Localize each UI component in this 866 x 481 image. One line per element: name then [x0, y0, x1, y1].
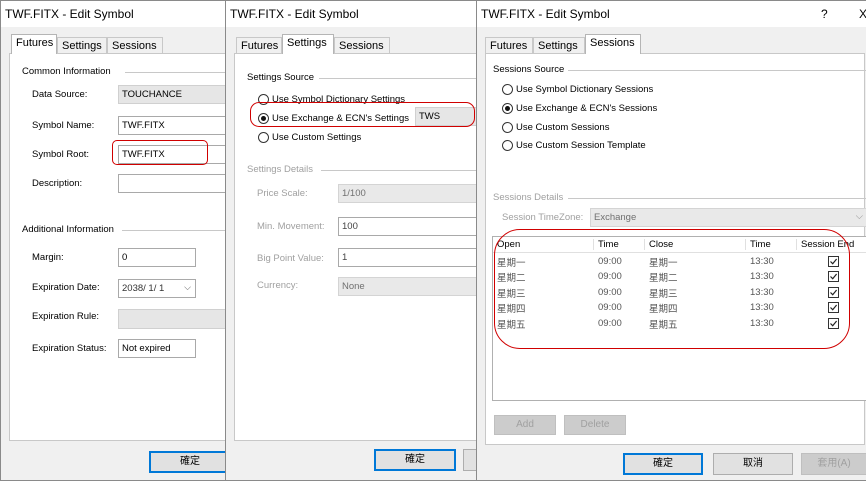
- tab-settings[interactable]: Settings: [282, 34, 334, 54]
- price-scale-label: Price Scale:: [257, 188, 308, 199]
- divider: [568, 198, 866, 199]
- tab-sessions[interactable]: Sessions: [585, 34, 641, 54]
- settings-details-header: Settings Details: [247, 164, 314, 175]
- expiration-date-value: 2038/ 1/ 1: [122, 283, 165, 294]
- big-point-value-label: Big Point Value:: [257, 253, 324, 264]
- radio-symbol-dictionary-sessions[interactable]: [502, 84, 513, 95]
- title-bar[interactable]: TWF.FITX - Edit Symbol ? X: [477, 1, 866, 27]
- margin-label: Margin:: [32, 252, 64, 263]
- sessions-details-header: Sessions Details: [493, 192, 564, 203]
- big-point-value-field: 1: [338, 248, 479, 267]
- tab-settings[interactable]: Settings: [533, 37, 585, 54]
- chevron-down-icon: ⌵: [855, 211, 863, 222]
- session-timezone-value: Exchange: [594, 212, 637, 223]
- option-exchange-sessions-label[interactable]: Use Exchange & ECN's Sessions: [516, 103, 657, 114]
- window-title: TWF.FITX - Edit Symbol: [5, 7, 134, 21]
- window-title: TWF.FITX - Edit Symbol: [230, 7, 359, 21]
- symbol-name-field[interactable]: TWF.FITX: [118, 116, 235, 135]
- title-bar[interactable]: TWF.FITX - Edit Symbol: [1, 1, 235, 27]
- description-label: Description:: [32, 178, 83, 189]
- divider: [568, 70, 866, 71]
- divider: [321, 170, 479, 171]
- tab-futures[interactable]: Futures: [11, 34, 57, 54]
- data-source-field: TOUCHANCE: [118, 85, 235, 104]
- currency-label: Currency:: [257, 280, 299, 291]
- chevron-down-icon[interactable]: ⌵: [184, 282, 191, 293]
- window-title: TWF.FITX - Edit Symbol: [481, 7, 610, 21]
- expiration-date-picker[interactable]: 2038/ 1/ 1 ⌵: [118, 279, 196, 298]
- ok-button[interactable]: 確定: [374, 449, 456, 471]
- radio-custom-sessions[interactable]: [502, 122, 513, 133]
- futures-panel: Common Information Data Source: TOUCHANC…: [9, 53, 235, 441]
- currency-field: None: [338, 277, 479, 296]
- margin-field[interactable]: 0: [118, 248, 196, 267]
- ok-button[interactable]: 確定: [623, 453, 703, 475]
- apply-button: 套用(A): [801, 453, 866, 475]
- option-custom-sessions-label[interactable]: Use Custom Sessions: [516, 122, 609, 133]
- edit-symbol-window-settings: TWF.FITX - Edit Symbol Futures Settings …: [225, 0, 480, 481]
- radio-custom-settings[interactable]: [258, 132, 269, 143]
- common-information-header: Common Information: [22, 66, 111, 77]
- divider: [122, 230, 235, 231]
- radio-exchange-sessions[interactable]: [502, 103, 513, 114]
- description-field[interactable]: [118, 174, 235, 193]
- session-timezone-label: Session TimeZone:: [502, 212, 584, 223]
- symbol-root-label: Symbol Root:: [32, 149, 90, 160]
- divider: [319, 78, 479, 79]
- tab-sessions[interactable]: Sessions: [334, 37, 390, 54]
- min-movement-label: Min. Movement:: [257, 221, 325, 232]
- divider: [125, 72, 235, 73]
- tab-settings[interactable]: Settings: [57, 37, 107, 54]
- expiration-rule-field: [118, 309, 235, 329]
- title-bar[interactable]: TWF.FITX - Edit Symbol: [226, 1, 479, 27]
- tab-futures[interactable]: Futures: [485, 37, 533, 54]
- settings-source-header: Settings Source: [247, 72, 315, 83]
- option-custom-settings-label[interactable]: Use Custom Settings: [272, 132, 361, 143]
- expiration-rule-label: Expiration Rule:: [32, 311, 100, 322]
- additional-information-header: Additional Information: [22, 224, 114, 235]
- sessions-grid-highlight: [494, 229, 850, 349]
- expiration-status-label: Expiration Status:: [32, 343, 107, 354]
- tab-sessions[interactable]: Sessions: [107, 37, 163, 54]
- sessions-source-header: Sessions Source: [493, 64, 565, 75]
- ok-button[interactable]: 確定: [149, 451, 231, 473]
- data-source-label: Data Source:: [32, 89, 88, 100]
- min-movement-field: 100: [338, 217, 479, 236]
- tab-futures[interactable]: Futures: [236, 37, 282, 54]
- close-icon[interactable]: X: [859, 7, 866, 21]
- help-icon[interactable]: ?: [821, 7, 828, 21]
- expiration-status-field: Not expired: [118, 339, 196, 358]
- expiration-date-label: Expiration Date:: [32, 282, 100, 293]
- delete-button: Delete: [564, 415, 626, 435]
- cancel-button[interactable]: 取消: [713, 453, 793, 475]
- option-symbol-dictionary-sessions-label[interactable]: Use Symbol Dictionary Sessions: [516, 84, 653, 95]
- option-custom-session-template-label[interactable]: Use Custom Session Template: [516, 140, 646, 151]
- symbol-root-highlight: [112, 140, 208, 165]
- session-timezone-select: Exchange ⌵: [590, 208, 866, 227]
- price-scale-field: 1/100: [338, 184, 479, 203]
- radio-custom-session-template[interactable]: [502, 140, 513, 151]
- add-button: Add: [494, 415, 556, 435]
- edit-symbol-window-futures: TWF.FITX - Edit Symbol Futures Settings …: [0, 0, 236, 481]
- symbol-name-label: Symbol Name:: [32, 120, 95, 131]
- exchange-settings-highlight: [250, 102, 475, 127]
